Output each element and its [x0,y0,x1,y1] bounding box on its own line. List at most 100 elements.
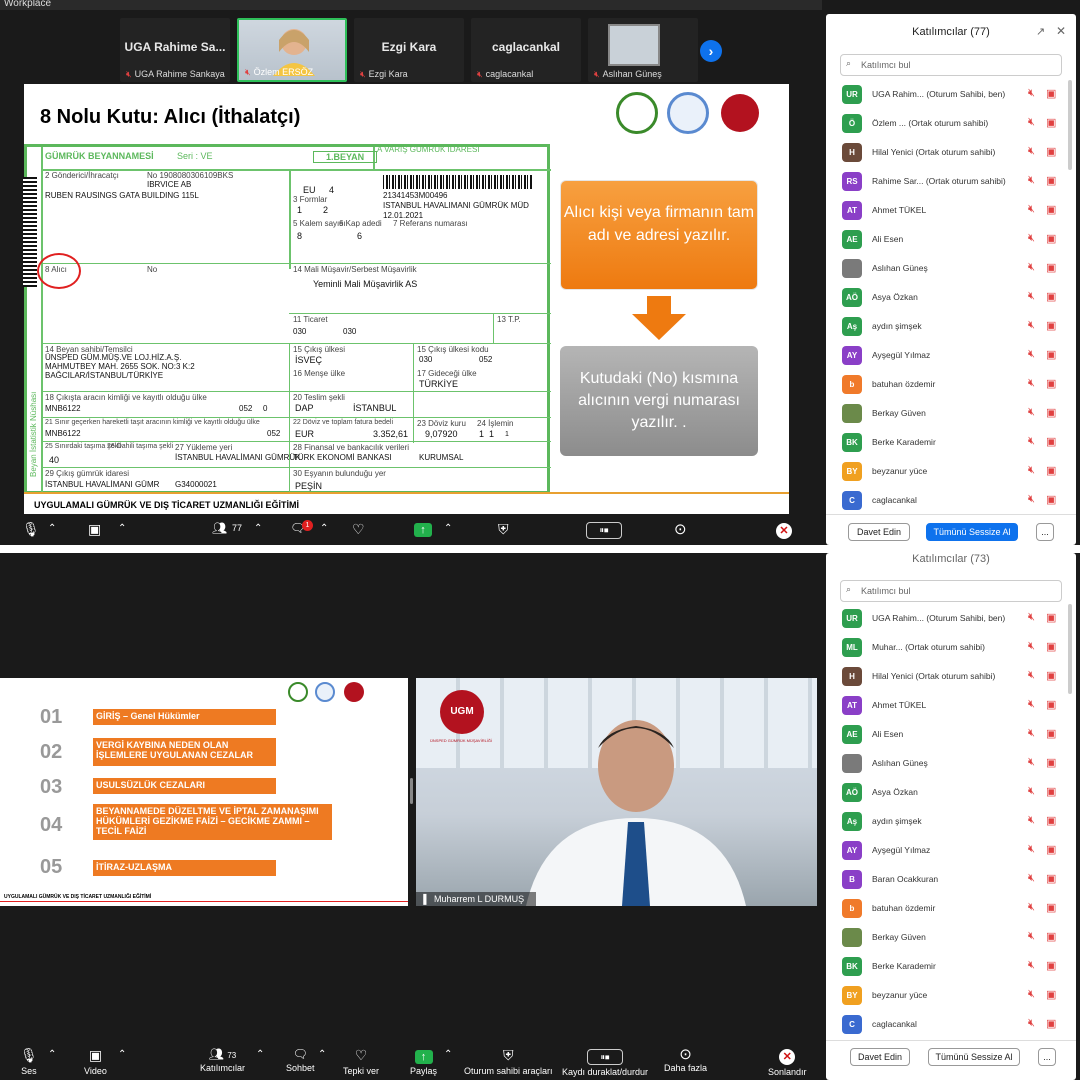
participant-row[interactable]: BY beyzanur yüce 🔇︎ ▣ [826,457,1076,486]
video-off-icon[interactable]: ▣ [1046,988,1056,1001]
video-off-icon[interactable]: ▣ [1046,406,1056,419]
chevron-up-icon[interactable]: ⌃ [118,523,126,534]
mic-muted-icon[interactable]: 🔇︎ [1028,930,1035,943]
mic-muted-icon[interactable]: 🔇︎ [1028,290,1035,303]
video-off-icon[interactable]: ▣ [1046,174,1056,187]
participant-row[interactable]: BY beyzanur yüce 🔇︎ ▣ [826,981,1076,1010]
mic-muted-icon[interactable]: 🔇︎ [1028,348,1035,361]
next-page-button[interactable]: › [700,40,722,62]
video-off-icon[interactable]: ▣ [1046,698,1056,711]
participants-icon[interactable]: 👥︎ [212,521,227,535]
video-off-icon[interactable]: ▣ [1046,435,1056,448]
participant-row[interactable]: Berkay Güven 🔇︎ ▣ [826,399,1076,428]
video-thumbnail[interactable]: caglacankal 🔇︎ caglacankal [471,18,581,82]
mic-muted-icon[interactable]: 🔇︎ [1028,377,1035,390]
video-thumbnail-active[interactable]: 🔇︎ Özlem ERSÖZ [237,18,347,82]
participant-row[interactable]: BK Berke Karademir 🔇︎ ▣ [826,428,1076,457]
video-off-icon[interactable]: ▣ [1046,493,1056,506]
host-tools-button[interactable]: ⛨ Oturum sahibi araçları [464,1047,553,1076]
participant-row[interactable]: Aslıhan Güneş 🔇︎ ▣ [826,254,1076,283]
mic-muted-icon[interactable]: 🔇︎ [1028,145,1035,158]
video-thumbnail[interactable]: 🔇︎ Aslıhan Güneş [588,18,698,82]
scrollbar[interactable] [1068,604,1072,694]
mic-muted-icon[interactable]: 🔇︎ [1028,959,1035,972]
mic-muted-icon[interactable]: 🔇︎ [1028,493,1035,506]
chevron-up-icon[interactable]: ⌃ [254,523,262,534]
reactions-button[interactable]: ♡ Tepki ver [343,1047,379,1076]
mic-muted-icon[interactable]: 🎙︎ [22,521,40,538]
mute-all-button[interactable]: Tümünü Sessize Al [928,1048,1020,1066]
more-options-button[interactable]: ... [1038,1048,1056,1066]
participant-row[interactable]: RS Rahime Sar... (Ortak oturum sahibi) 🔇︎ ▣ [826,167,1076,196]
video-off-icon[interactable]: ▣ [1046,319,1056,332]
participant-row[interactable]: H Hilal Yenici (Ortak oturum sahibi) 🔇︎ ▣ [826,662,1076,691]
chat-button[interactable]: 🗨︎ Sohbet [286,1047,315,1073]
shield-icon[interactable]: ⛨ [498,521,509,538]
video-button[interactable]: ▣ Video [84,1047,107,1076]
participants-button[interactable]: 👥︎ 73 Katılımcılar [200,1047,245,1073]
mic-muted-icon[interactable]: 🔇︎ [1028,261,1035,274]
video-thumbnail[interactable]: Ezgi Kara 🔇︎ Ezgi Kara [354,18,464,82]
recording-button[interactable]: ⏸⏹ Kaydı duraklat/durdur [562,1047,648,1077]
mic-muted-icon[interactable]: 🔇︎ [1028,785,1035,798]
video-off-icon[interactable]: ▣ [1046,145,1056,158]
mic-muted-icon[interactable]: 🔇︎ [1028,611,1035,624]
video-off-icon[interactable]: ▣ [1046,901,1056,914]
mic-muted-icon[interactable]: 🔇︎ [1028,988,1035,1001]
scrollbar[interactable] [1068,80,1072,170]
mic-muted-icon[interactable]: 🔇︎ [1028,698,1035,711]
mic-muted-icon[interactable]: 🔇︎ [1028,174,1035,187]
participant-row[interactable]: Berkay Güven 🔇︎ ▣ [826,923,1076,952]
participant-row[interactable]: b batuhan özdemir 🔇︎ ▣ [826,894,1076,923]
chevron-up-icon[interactable]: ⌃ [444,523,452,534]
video-off-icon[interactable]: ▣ [1046,959,1056,972]
mic-muted-icon[interactable]: 🔇︎ [1028,1017,1035,1030]
video-off-icon[interactable]: ▣ [1046,377,1056,390]
participant-search-input[interactable]: Katılımcı bul [840,54,1062,76]
mic-muted-icon[interactable]: 🔇︎ [1028,435,1035,448]
participant-row[interactable]: Ö Özlem ... (Ortak oturum sahibi) 🔇︎ ▣ [826,109,1076,138]
chevron-up-icon[interactable]: ⌃ [118,1049,126,1060]
mic-muted-icon[interactable]: 🔇︎ [1028,727,1035,740]
end-meeting-icon[interactable]: ✕ [776,523,792,539]
recording-controls-icon[interactable]: ⏸⏹ [586,522,622,539]
video-off-icon[interactable]: ▣ [1046,116,1056,129]
video-off-icon[interactable]: ▣ [1046,348,1056,361]
chevron-up-icon[interactable]: ⌃ [320,523,328,534]
share-screen-icon[interactable]: ↑ [414,523,432,537]
mic-muted-icon[interactable]: 🔇︎ [1028,640,1035,653]
participant-row[interactable]: AY Ayşegül Yılmaz 🔇︎ ▣ [826,341,1076,370]
video-off-icon[interactable]: ▣ [1046,669,1056,682]
video-off-icon[interactable]: ▣ [1046,727,1056,740]
chevron-up-icon[interactable]: ⌃ [318,1049,326,1060]
participant-row[interactable]: Aş aydın şimşek 🔇︎ ▣ [826,312,1076,341]
chevron-up-icon[interactable]: ⌃ [444,1049,452,1060]
reaction-heart-icon[interactable]: ♡ [352,521,365,538]
participant-row[interactable]: b batuhan özdemir 🔇︎ ▣ [826,370,1076,399]
video-off-icon[interactable]: ▣ [88,521,101,538]
mic-muted-icon[interactable]: 🔇︎ [1028,116,1035,129]
mic-muted-icon[interactable]: 🔇︎ [1028,203,1035,216]
chevron-up-icon[interactable]: ⌃ [48,1049,56,1060]
video-off-icon[interactable]: ▣ [1046,872,1056,885]
chevron-up-icon[interactable]: ⌃ [48,523,56,534]
participant-row[interactable]: AT Ahmet TÜKEL 🔇︎ ▣ [826,196,1076,225]
participant-row[interactable]: Ccaglacankal 🔇︎ ▣ [826,1010,1076,1039]
mic-muted-icon[interactable]: 🔇︎ [1028,669,1035,682]
mic-muted-icon[interactable]: 🔇︎ [1028,901,1035,914]
mic-muted-icon[interactable]: 🔇︎ [1028,464,1035,477]
participant-row[interactable]: AT Ahmet TÜKEL 🔇︎ ▣ [826,691,1076,720]
close-icon[interactable]: ✕ [1056,24,1066,38]
mute-button[interactable]: 🎙︎ Ses [20,1047,38,1076]
mute-all-button[interactable]: Tümünü Sessize Al [926,523,1018,541]
mic-muted-icon[interactable]: 🔇︎ [1028,87,1035,100]
mic-muted-icon[interactable]: 🔇︎ [1028,814,1035,827]
browser-tab[interactable]: Workplace [0,0,822,10]
video-off-icon[interactable]: ▣ [1046,930,1056,943]
more-button[interactable]: ⊙ Daha fazla [664,1045,707,1073]
more-options-button[interactable]: ... [1036,523,1054,541]
participant-search-input[interactable]: Katılımcı bul [840,580,1062,602]
participant-row[interactable]: BK Berke Karademir 🔇︎ ▣ [826,952,1076,981]
mic-muted-icon[interactable]: 🔇︎ [1028,872,1035,885]
participant-row[interactable]: UR UGA Rahim... (Oturum Sahibi, ben) 🔇︎ ▣ [826,80,1076,109]
